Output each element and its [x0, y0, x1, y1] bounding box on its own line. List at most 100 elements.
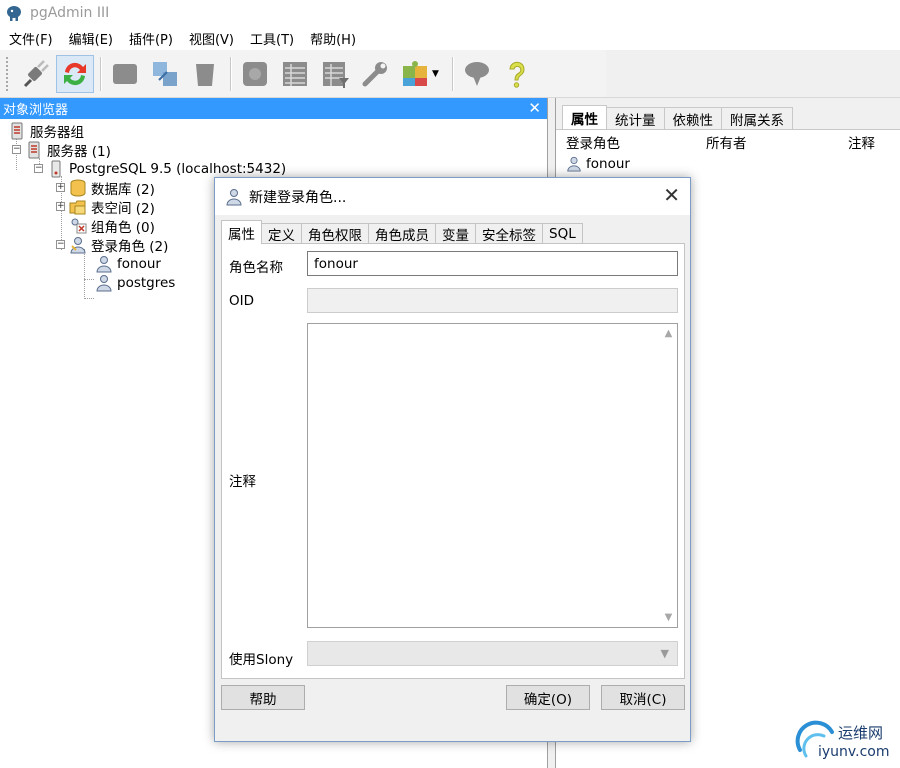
filtered-data-icon [323, 61, 349, 88]
comment-textarea[interactable]: ▲ ▼ [307, 323, 678, 628]
tree-item-label: 服务器组 [30, 124, 84, 141]
menu-help[interactable]: 帮助(H) [305, 29, 361, 48]
tab-definition[interactable]: 定义 [261, 223, 302, 244]
user-icon [96, 274, 112, 291]
toolbar-separator [230, 56, 232, 91]
expand-toggle-icon[interactable]: + [56, 183, 65, 192]
tab-properties[interactable]: 属性 [221, 220, 262, 244]
connect-icon [23, 59, 49, 87]
drop-icon [196, 63, 214, 86]
toolbar: ▼ [0, 50, 900, 98]
collapse-toggle-icon[interactable]: − [12, 145, 21, 154]
filtered-data-button[interactable] [316, 55, 354, 93]
sql-icon [243, 61, 267, 86]
toolbar-separator [452, 56, 454, 91]
sql-button[interactable] [236, 55, 274, 93]
collapse-toggle-icon[interactable]: − [34, 164, 43, 173]
menu-tools[interactable]: 工具(T) [245, 29, 299, 48]
login-roles-icon [70, 236, 86, 253]
column-owner[interactable]: 所有者 [696, 132, 838, 152]
menu-bar: 文件(F) 编辑(E) 插件(P) 视图(V) 工具(T) 帮助(H) [0, 26, 900, 50]
textarea-scrollbar[interactable]: ▲ ▼ [660, 324, 677, 627]
window-title: pgAdmin III [30, 5, 110, 21]
close-icon[interactable]: ✕ [528, 99, 541, 117]
scroll-down-icon[interactable]: ▼ [665, 612, 673, 623]
elephant-icon [7, 6, 21, 21]
properties-icon [113, 63, 137, 84]
tab-sql[interactable]: SQL [542, 223, 583, 244]
watermark-url: iyunv.com [818, 744, 890, 760]
oid-input [307, 288, 678, 313]
watermark-text: 运维网 [838, 724, 884, 742]
connect-button[interactable] [16, 55, 54, 93]
properties-tabs: 属性 统计量 依赖性 附属关系 [556, 98, 900, 130]
list-item[interactable]: fonour [556, 154, 900, 174]
refresh-button[interactable] [56, 54, 94, 93]
tab-properties[interactable]: 属性 [562, 105, 607, 129]
expand-toggle-icon[interactable]: + [56, 202, 65, 211]
tree-item-user-fonour[interactable]: fonour [95, 254, 161, 273]
list-item-name: fonour [586, 156, 630, 172]
drop-button[interactable] [186, 55, 224, 93]
maintenance-icon [362, 61, 387, 86]
tablespace-icon [69, 200, 86, 214]
help-icon [509, 61, 525, 88]
menu-file[interactable]: 文件(F) [4, 29, 58, 48]
properties-button[interactable] [106, 55, 144, 93]
tree-item-servers[interactable]: − 服务器 (1) [12, 140, 111, 160]
object-browser-title: 对象浏览器 [3, 103, 69, 118]
column-comment[interactable]: 注释 [838, 132, 875, 152]
ok-button[interactable]: 确定(O) [506, 685, 590, 710]
view-data-button[interactable] [276, 55, 314, 93]
tree-item-group-roles[interactable]: 组角色 (0) [69, 216, 155, 236]
guru-button[interactable] [458, 55, 496, 93]
scroll-up-icon[interactable]: ▲ [665, 328, 673, 339]
close-icon[interactable]: ✕ [663, 185, 680, 205]
tree-item-tablespaces[interactable]: + 表空间 (2) [56, 197, 155, 217]
chevron-down-icon: ▼ [660, 647, 669, 660]
create-icon [153, 61, 177, 86]
cancel-button[interactable]: 取消(C) [601, 685, 685, 710]
window-title-bar: pgAdmin III [0, 0, 900, 26]
tree-item-user-postgres[interactable]: postgres [95, 273, 175, 292]
tab-role-privileges[interactable]: 角色权限 [301, 223, 369, 244]
group-role-icon [71, 218, 87, 233]
menu-plugins[interactable]: 插件(P) [124, 29, 178, 48]
list-header: 登录角色 所有者 注释 [556, 130, 900, 154]
tab-statistics[interactable]: 统计量 [606, 107, 665, 129]
tab-dependents[interactable]: 附属关系 [721, 107, 793, 129]
tab-security-labels[interactable]: 安全标签 [475, 223, 543, 244]
toolbar-separator [100, 56, 102, 91]
tree-item-server-groups[interactable]: 服务器组 [8, 121, 84, 141]
maintenance-button[interactable] [356, 55, 394, 93]
user-icon [567, 156, 581, 172]
object-browser-header: 对象浏览器 ✕ [0, 98, 547, 119]
tab-dependencies[interactable]: 依赖性 [663, 107, 722, 129]
menu-view[interactable]: 视图(V) [184, 29, 239, 48]
role-name-input[interactable]: fonour [307, 251, 678, 276]
user-icon [96, 255, 112, 272]
column-login-role[interactable]: 登录角色 [556, 132, 696, 152]
collapse-toggle-icon[interactable]: − [56, 240, 65, 249]
toolbar-grip[interactable] [6, 56, 12, 91]
tree-item-label: 表空间 (2) [91, 200, 155, 217]
tree-item-databases[interactable]: + 数据库 (2) [56, 178, 155, 198]
oid-label: OID [229, 293, 255, 309]
role-name-label: 角色名称 [229, 260, 283, 276]
tree-item-login-roles[interactable]: − 登录角色 (2) [56, 235, 169, 255]
tab-role-membership[interactable]: 角色成员 [368, 223, 436, 244]
menu-edit[interactable]: 编辑(E) [64, 29, 118, 48]
plugin-dropdown-arrow-icon[interactable]: ▼ [432, 69, 442, 79]
tree-item-postgresql-server[interactable]: − PostgreSQL 9.5 (localhost:5432) [34, 159, 286, 178]
tree-item-label: fonour [117, 255, 161, 272]
dialog-title-bar[interactable]: 新建登录角色... ✕ [215, 178, 690, 215]
use-slony-select: ▼ [307, 641, 678, 666]
plugin-button[interactable] [396, 55, 434, 93]
servers-icon [28, 141, 40, 158]
tree-item-label: 登录角色 (2) [91, 238, 169, 255]
create-button[interactable] [146, 55, 184, 93]
help-button[interactable] [498, 55, 536, 93]
help-button[interactable]: 帮助 [221, 685, 305, 710]
tab-variables[interactable]: 变量 [435, 223, 476, 244]
tree-item-label: 数据库 (2) [91, 181, 155, 198]
